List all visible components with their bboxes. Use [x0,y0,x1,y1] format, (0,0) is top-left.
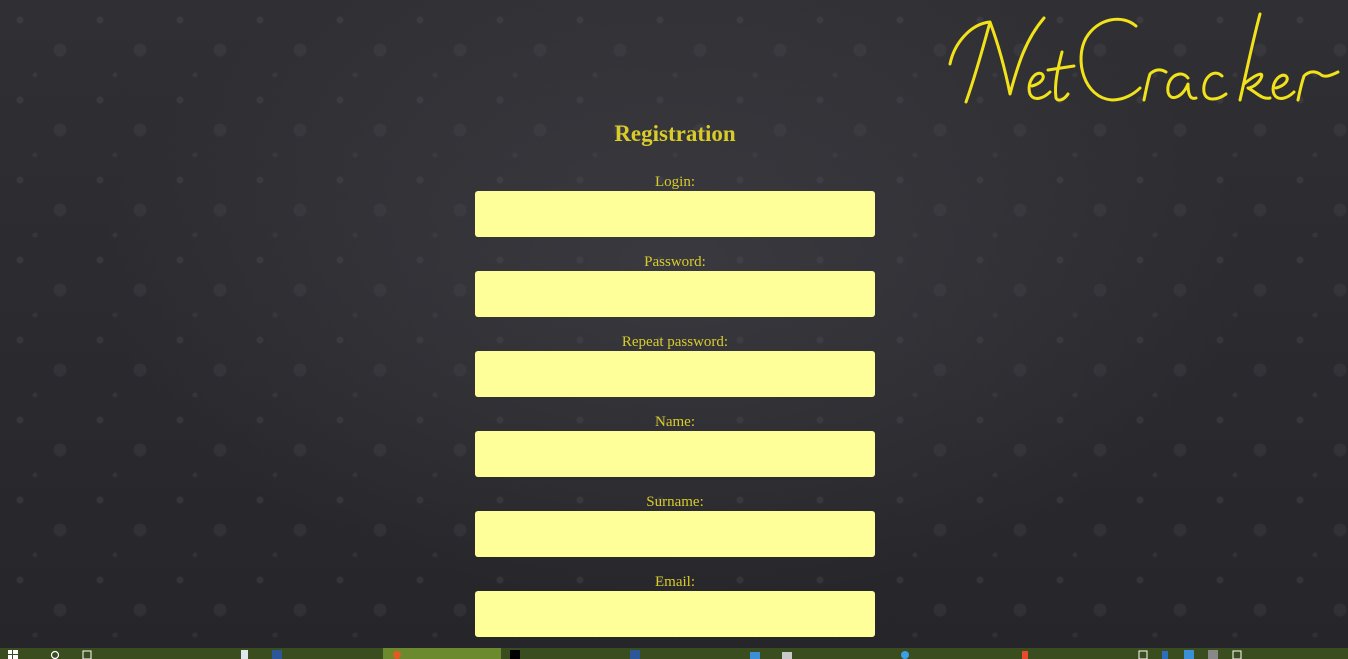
repeat-password-input[interactable] [475,351,875,397]
task-view-icon[interactable] [82,650,95,659]
word-icon-2[interactable] [630,650,643,659]
name-input[interactable] [475,431,875,477]
intellij-icon[interactable] [510,650,523,659]
surname-input[interactable] [475,511,875,557]
netcracker-logo [948,12,1340,104]
windows-icon[interactable] [8,650,21,659]
email-input[interactable] [475,591,875,637]
page-title: Registration [614,121,736,146]
password-label: Password: [644,254,706,270]
repeat-password-label: Repeat password: [621,334,729,350]
chat-icon[interactable] [900,650,913,659]
folder-icon[interactable] [782,650,795,659]
surname-label: Surname: [646,494,704,510]
login-input[interactable] [475,191,875,237]
email-label: Email: [655,574,695,590]
login-label: Login: [655,174,695,190]
taskbar [0,648,1348,659]
tray-icon-3[interactable] [1184,650,1197,659]
tray-icon-4[interactable] [1208,650,1221,659]
tool-icon[interactable] [1020,650,1033,659]
name-label: Name: [655,414,695,430]
tray-icon-5[interactable] [1232,650,1245,659]
word-icon[interactable] [272,650,285,659]
tray-icon-2[interactable] [1160,650,1173,659]
search-icon[interactable] [50,650,63,659]
app-icon[interactable] [750,650,763,659]
document-icon[interactable] [240,650,253,659]
browser-icon[interactable] [392,650,405,659]
tray-icon-1[interactable] [1138,650,1151,659]
password-input[interactable] [475,271,875,317]
